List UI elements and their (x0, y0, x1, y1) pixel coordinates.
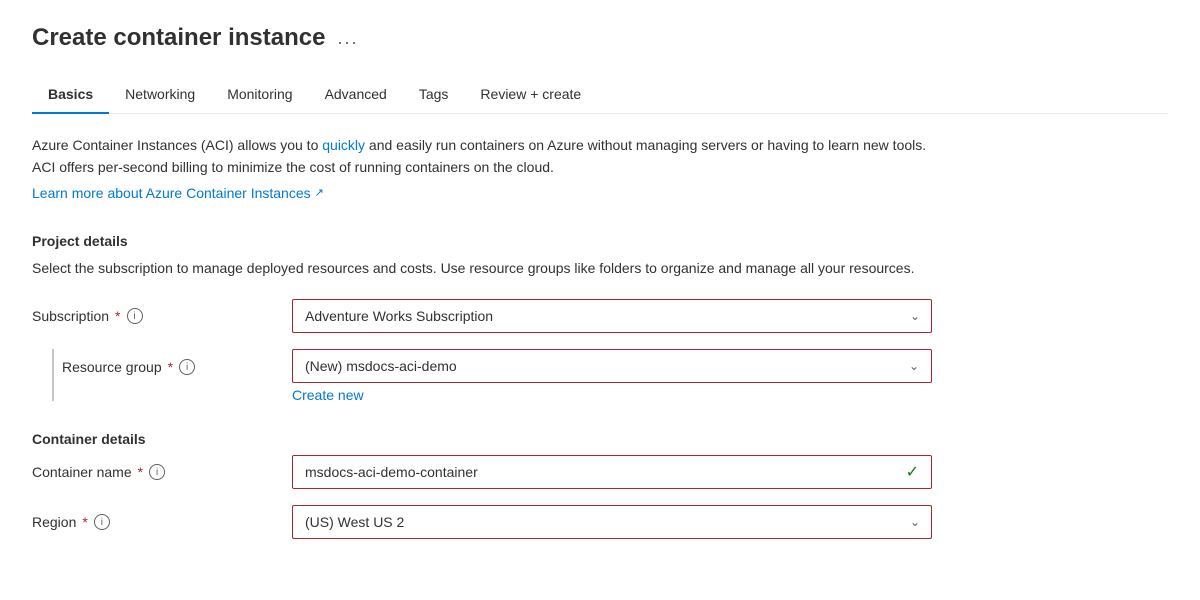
container-name-required-star: * (138, 464, 143, 480)
resource-group-select[interactable]: (New) msdocs-aci-demo (293, 350, 931, 382)
subscription-label-group: Subscription * i (32, 308, 292, 324)
subscription-select[interactable]: Adventure Works Subscription (292, 299, 932, 333)
description-text: Azure Container Instances (ACI) allows y… (32, 134, 932, 179)
resource-group-field-col: (New) msdocs-aci-demo ⌄ Create new (292, 349, 932, 423)
region-row: Region * i (US) West US 2 ⌄ (32, 505, 1168, 539)
region-info-icon[interactable]: i (94, 514, 110, 530)
page-header: Create container instance ... (32, 24, 1168, 52)
external-link-icon: ↗ (315, 186, 324, 199)
project-details-description: Select the subscription to manage deploy… (32, 257, 932, 279)
resource-group-required-star: * (168, 359, 173, 375)
tab-monitoring[interactable]: Monitoring (211, 76, 308, 114)
region-label-group: Region * i (32, 514, 292, 530)
indent-line (52, 349, 54, 401)
resource-group-info-icon[interactable]: i (179, 359, 195, 375)
subscription-info-icon[interactable]: i (127, 308, 143, 324)
container-name-valid-icon: ✓ (906, 462, 919, 482)
container-name-info-icon[interactable]: i (149, 464, 165, 480)
subscription-required-star: * (115, 308, 120, 324)
resource-group-select-container: (New) msdocs-aci-demo ⌄ (292, 349, 932, 383)
region-label-text: Region (32, 514, 76, 530)
resource-group-label-group: Resource group * i (62, 349, 292, 375)
tab-advanced[interactable]: Advanced (309, 76, 403, 114)
container-name-label-group: Container name * i (32, 464, 292, 480)
container-name-input[interactable] (293, 456, 895, 488)
subscription-select-wrapper: Adventure Works Subscription ⌄ (292, 299, 932, 333)
container-name-row: Container name * i ✓ (32, 455, 1168, 489)
tab-networking[interactable]: Networking (109, 76, 211, 114)
resource-group-label-text: Resource group (62, 359, 162, 375)
subscription-label-text: Subscription (32, 308, 109, 324)
container-name-label-text: Container name (32, 464, 132, 480)
container-name-input-wrapper: ✓ (292, 455, 932, 489)
subscription-select-container: Adventure Works Subscription ⌄ (292, 299, 932, 333)
page-title: Create container instance (32, 24, 325, 52)
learn-more-text: Learn more about Azure Container Instanc… (32, 185, 311, 201)
learn-more-link[interactable]: Learn more about Azure Container Instanc… (32, 185, 324, 201)
tabs-nav: Basics Networking Monitoring Advanced Ta… (32, 76, 1168, 114)
description-part1: Azure Container Instances (ACI) allows y… (32, 137, 322, 153)
tab-basics[interactable]: Basics (32, 76, 109, 114)
container-name-input-container: ✓ (292, 455, 932, 489)
region-label: Region * i (32, 514, 292, 530)
container-name-label: Container name * i (32, 464, 292, 480)
create-new-link[interactable]: Create new (292, 387, 364, 403)
region-required-star: * (82, 514, 87, 530)
resource-group-label: Resource group * i (62, 359, 195, 375)
region-select-container: (US) West US 2 ⌄ (292, 505, 932, 539)
description-highlight: quickly (322, 137, 365, 153)
container-details-section: Container details Container name * i ✓ R… (32, 431, 1168, 539)
tab-review-create[interactable]: Review + create (464, 76, 597, 114)
tab-tags[interactable]: Tags (403, 76, 465, 114)
project-details-section: Project details Select the subscription … (32, 233, 1168, 423)
region-select[interactable]: (US) West US 2 (292, 505, 932, 539)
project-details-title: Project details (32, 233, 1168, 249)
subscription-row: Subscription * i Adventure Works Subscri… (32, 299, 1168, 333)
resource-group-row: Resource group * i (New) msdocs-aci-demo… (32, 349, 1168, 423)
region-select-wrapper: (US) West US 2 ⌄ (292, 505, 932, 539)
subscription-label: Subscription * i (32, 308, 292, 324)
container-details-title: Container details (32, 431, 1168, 447)
ellipsis-menu-button[interactable]: ... (337, 28, 358, 49)
